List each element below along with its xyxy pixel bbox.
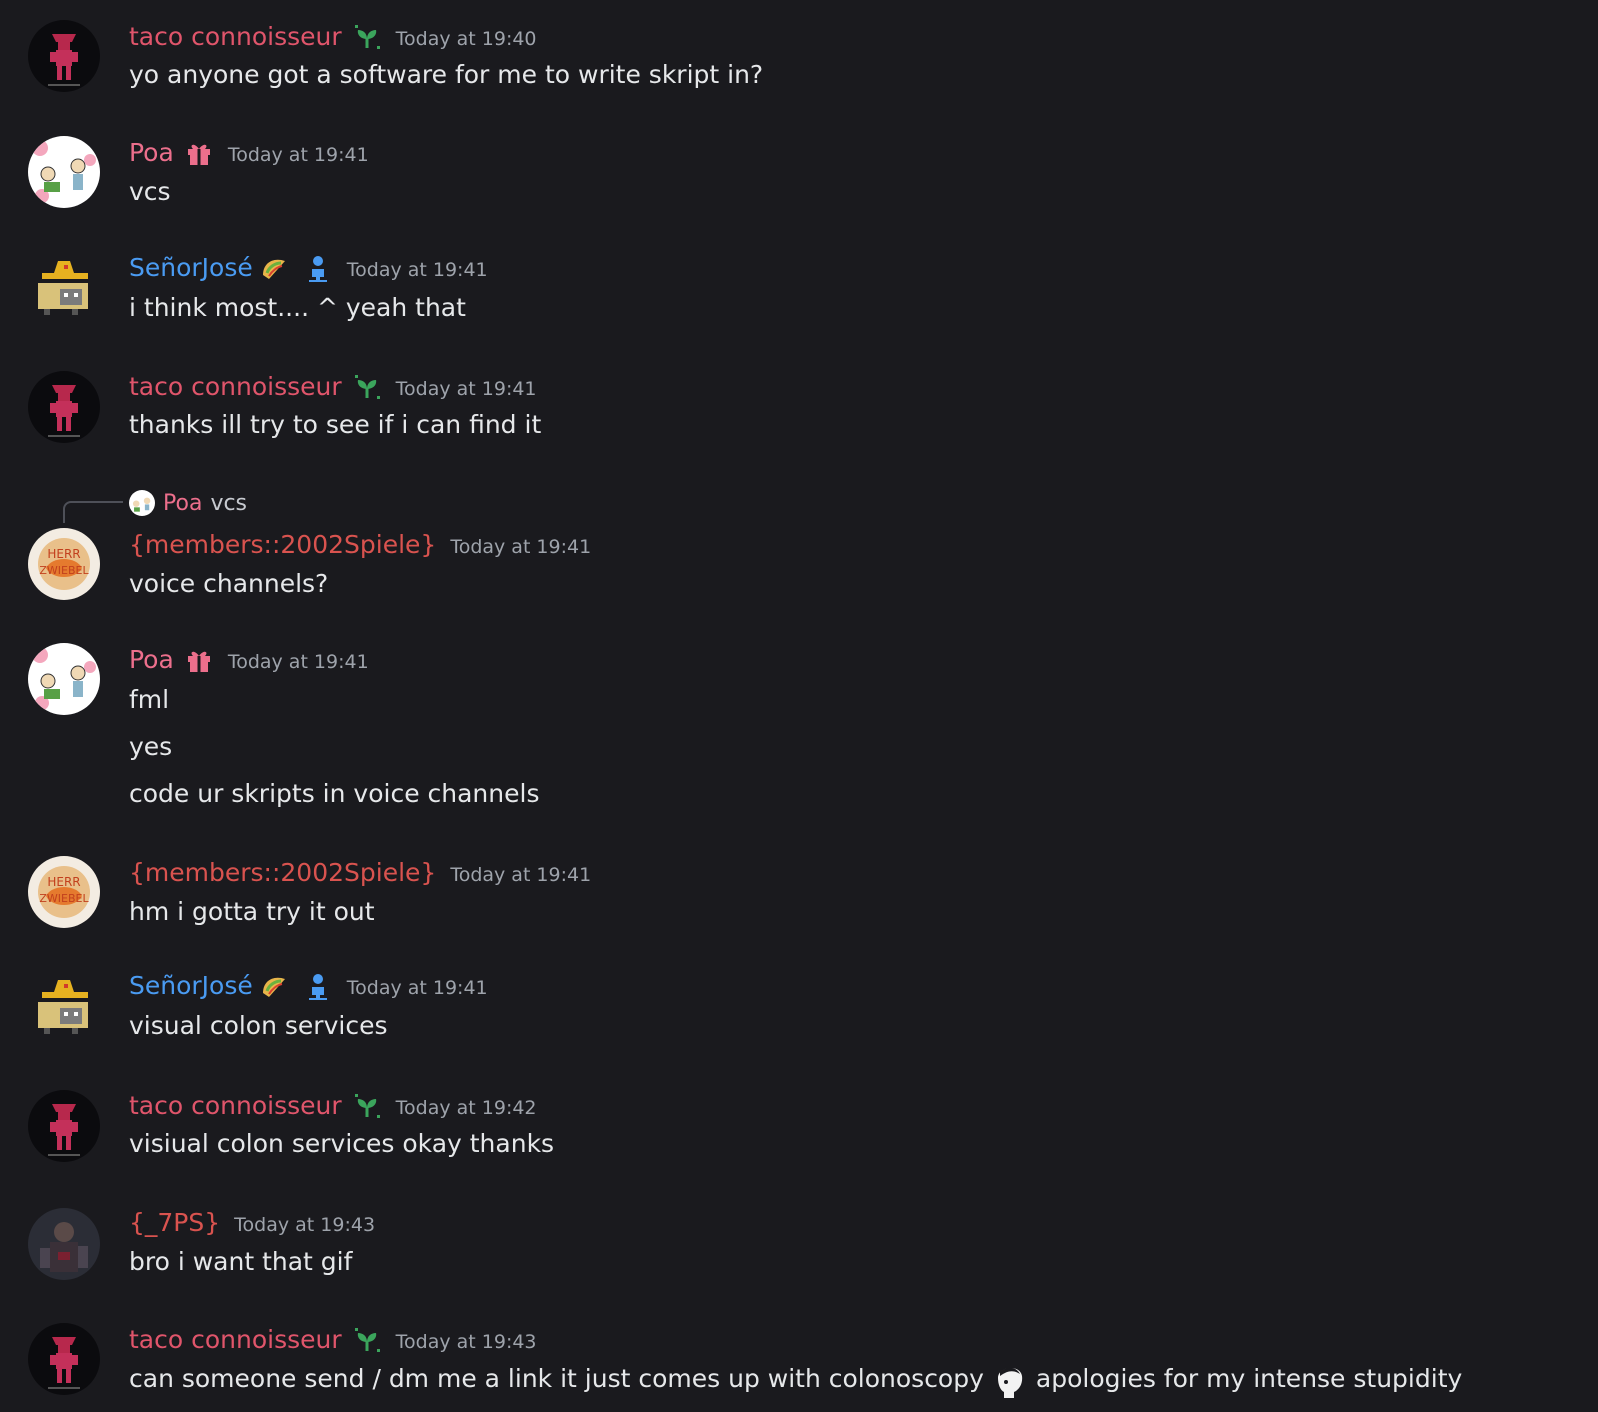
username[interactable]: taco connoisseur	[129, 1322, 342, 1358]
message-content: code ur skripts in voice channels	[129, 779, 540, 808]
timestamp[interactable]: Today at 19:41	[450, 529, 591, 565]
reply-avatar	[129, 490, 155, 516]
username[interactable]: Poa	[129, 135, 174, 171]
person-icon[interactable]	[303, 253, 333, 283]
avatar-image	[28, 1208, 100, 1280]
message-content: visiual colon services okay thanks	[129, 1129, 555, 1158]
message-text-part: apologies for my intense stupidity	[1035, 1364, 1463, 1393]
message-content: voice channels?	[129, 569, 329, 598]
skull-face-icon[interactable]	[992, 1360, 1026, 1400]
message-content: yes	[129, 732, 173, 761]
timestamp[interactable]: Today at 19:41	[347, 970, 488, 1006]
taco-icon[interactable]	[259, 971, 289, 1001]
avatar-image	[28, 972, 100, 1044]
username[interactable]: {members::2002Spiele}	[129, 527, 436, 563]
timestamp[interactable]: Today at 19:43	[396, 1324, 537, 1360]
avatar-taco-connoisseur[interactable]	[28, 371, 100, 443]
avatar-taco-connoisseur[interactable]	[28, 20, 100, 92]
person-icon[interactable]	[303, 971, 333, 1001]
timestamp[interactable]: Today at 19:42	[396, 1090, 537, 1126]
timestamp[interactable]: Today at 19:41	[347, 252, 488, 288]
timestamp[interactable]: Today at 19:43	[234, 1207, 375, 1243]
message-content: thanks ill try to see if i can find it	[129, 410, 542, 439]
username[interactable]: {_7PS}	[129, 1205, 220, 1241]
chat-message-list[interactable]: taco connoisseur Today at 19:40 yo anyon…	[0, 0, 1598, 1412]
timestamp[interactable]: Today at 19:41	[396, 371, 537, 407]
username[interactable]: {members::2002Spiele}	[129, 855, 436, 891]
avatar-senor-jose[interactable]	[28, 253, 100, 325]
avatar-7ps[interactable]	[28, 1208, 100, 1280]
username[interactable]: SeñorJosé	[129, 968, 253, 1004]
avatar-image	[28, 643, 100, 715]
avatar-image	[28, 253, 100, 325]
avatar-members-2002spiele[interactable]: HERR ZWIEBEL	[28, 856, 100, 928]
reply-content[interactable]: vcs	[210, 491, 247, 516]
sprout-icon[interactable]	[352, 1325, 382, 1355]
avatar-image: HERR ZWIEBEL	[28, 528, 100, 600]
message-content: hm i gotta try it out	[129, 897, 375, 926]
svg-text:ZWIEBEL: ZWIEBEL	[39, 892, 89, 905]
timestamp[interactable]: Today at 19:41	[228, 644, 369, 680]
reply-spine	[63, 501, 123, 523]
message-text-part: can someone send / dm me a link it just …	[129, 1364, 984, 1393]
avatar-image	[28, 136, 100, 208]
sprout-icon[interactable]	[352, 22, 382, 52]
gift-icon[interactable]	[184, 645, 214, 675]
username[interactable]: taco connoisseur	[129, 369, 342, 405]
avatar-poa[interactable]	[28, 643, 100, 715]
sprout-icon[interactable]	[352, 372, 382, 402]
message-content: bro i want that gif	[129, 1247, 353, 1276]
message-content: fml	[129, 685, 170, 714]
avatar-members-2002spiele[interactable]: HERR ZWIEBEL	[28, 528, 100, 600]
avatar-image	[28, 1090, 100, 1162]
avatar-image	[28, 1323, 100, 1395]
sprout-icon[interactable]	[352, 1091, 382, 1121]
avatar-senor-jose[interactable]	[28, 972, 100, 1044]
svg-text:HERR: HERR	[47, 875, 80, 889]
gift-icon[interactable]	[184, 138, 214, 168]
svg-text:ZWIEBEL: ZWIEBEL	[39, 564, 89, 577]
timestamp[interactable]: Today at 19:40	[396, 21, 537, 57]
avatar-taco-connoisseur[interactable]	[28, 1090, 100, 1162]
timestamp[interactable]: Today at 19:41	[450, 857, 591, 893]
avatar-image: HERR ZWIEBEL	[28, 856, 100, 928]
username[interactable]: taco connoisseur	[129, 19, 342, 55]
username[interactable]: SeñorJosé	[129, 250, 253, 286]
username[interactable]: taco connoisseur	[129, 1088, 342, 1124]
username[interactable]: Poa	[129, 642, 174, 678]
avatar-taco-connoisseur[interactable]	[28, 1323, 100, 1395]
avatar-poa[interactable]	[28, 136, 100, 208]
message-content: visual colon services	[129, 1011, 388, 1040]
message-content: vcs	[129, 177, 171, 206]
avatar-image	[28, 20, 100, 92]
reply-preview[interactable]: Poa vcs	[129, 488, 247, 518]
avatar-image	[28, 371, 100, 443]
reply-username[interactable]: Poa	[163, 491, 202, 516]
timestamp[interactable]: Today at 19:41	[228, 137, 369, 173]
message-content: yo anyone got a software for me to write…	[129, 60, 764, 89]
message-content: can someone send / dm me a link it just …	[129, 1360, 1462, 1400]
taco-icon[interactable]	[259, 253, 289, 283]
message-content: i think most.... ^ yeah that	[129, 293, 466, 322]
svg-text:HERR: HERR	[47, 547, 80, 561]
